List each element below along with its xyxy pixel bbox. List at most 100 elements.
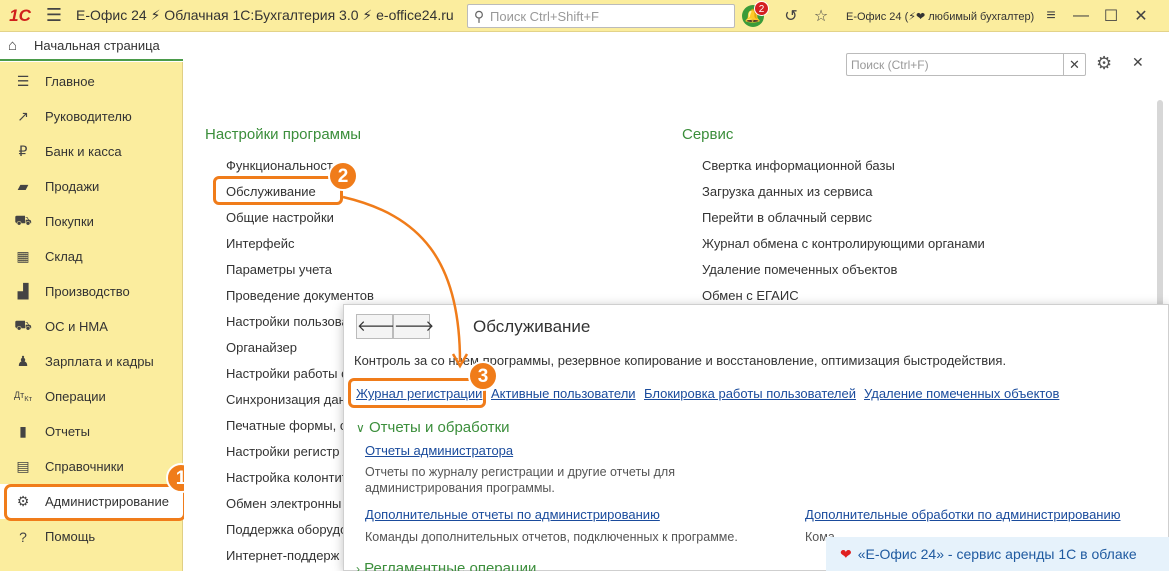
settings-item[interactable]: Настройки регистр: [226, 444, 340, 459]
warehouse-icon: ▦: [16, 248, 30, 264]
notifications-bell-icon[interactable]: 🔔 2: [742, 1, 769, 27]
sidebar-item-label: Помощь: [45, 529, 96, 544]
app-title: Е-Офис 24 ⚡ Облачная 1С:Бухгалтерия 3.0 …: [76, 7, 454, 23]
step-badge-3: 3: [468, 361, 498, 391]
service-item[interactable]: Перейти в облачный сервис: [702, 210, 872, 225]
chevron-down-icon: ∨: [356, 421, 365, 435]
search-icon: ⚲: [473, 7, 485, 24]
settings-item[interactable]: Функциональност: [226, 158, 333, 173]
scrollbar[interactable]: [1157, 100, 1163, 310]
bag-icon: ▰: [17, 178, 29, 194]
settings-item[interactable]: Настройка колонтит: [226, 470, 348, 485]
service-item[interactable]: Свертка информационной базы: [702, 158, 895, 173]
global-search-input[interactable]: ⚲ Поиск Ctrl+Shift+F: [467, 4, 735, 28]
settings-item[interactable]: Проведение документов: [226, 288, 374, 303]
settings-item[interactable]: Настройки работы с: [226, 366, 348, 381]
bar-chart-icon: ▮: [19, 423, 27, 439]
favorites-star-icon[interactable]: ☆: [806, 6, 836, 26]
cart-icon: ⛟: [14, 212, 32, 228]
forward-arrow-icon[interactable]: 🡒: [393, 314, 434, 339]
service-item[interactable]: Удаление помеченных объектов: [702, 262, 897, 277]
section-search-placeholder: Поиск (Ctrl+F): [851, 58, 929, 72]
sidebar-item-sales[interactable]: ▰ Продажи: [0, 169, 183, 204]
highlight-maintenance: [213, 176, 343, 205]
sidebar-item-bank[interactable]: ₽ Банк и касса: [0, 134, 183, 169]
section-search-input[interactable]: Поиск (Ctrl+F) ✕: [846, 53, 1086, 76]
sidebar-item-help[interactable]: ? Помощь: [0, 519, 183, 554]
chevron-right-icon: ›: [356, 562, 360, 571]
sidebar-item-label: Склад: [45, 249, 83, 264]
settings-item[interactable]: Органайзер: [226, 340, 297, 355]
settings-item[interactable]: Интернет-поддерж: [226, 548, 339, 563]
global-search-placeholder: Поиск Ctrl+Shift+F: [490, 8, 599, 24]
active-users-link[interactable]: Активные пользователи: [491, 386, 636, 401]
heart-icon: ❤: [840, 545, 852, 562]
promo-banner[interactable]: ❤ «Е-Офис 24» - сервис аренды 1С в облак…: [826, 537, 1169, 571]
clear-search-icon[interactable]: ✕: [1063, 54, 1085, 75]
settings-menu-icon[interactable]: ≡: [1036, 7, 1066, 25]
settings-item[interactable]: Синхронизация дан: [226, 392, 346, 407]
sidebar-item-references[interactable]: ▤ Справочники: [0, 449, 183, 484]
settings-item[interactable]: Интерфейс: [226, 236, 294, 251]
settings-item[interactable]: Параметры учета: [226, 262, 332, 277]
extra-reports-link[interactable]: Дополнительные отчеты по администрирован…: [365, 507, 660, 522]
minimize-icon[interactable]: —: [1066, 7, 1096, 25]
person-icon: ♟: [16, 353, 30, 369]
dt-kt-icon: ДтКт: [14, 390, 33, 403]
truck-icon: ⛟: [14, 317, 32, 333]
admin-reports-link[interactable]: Отчеты администратора: [365, 443, 513, 458]
sidebar-item-production[interactable]: ▟ Производство: [0, 274, 183, 309]
settings-item[interactable]: Настройки пользова: [226, 314, 349, 329]
section-title-settings: Настройки программы: [205, 126, 362, 143]
help-icon: ?: [19, 528, 27, 545]
service-item[interactable]: Журнал обмена с контролирующими органами: [702, 236, 985, 251]
close-panel-icon[interactable]: ✕: [1132, 54, 1144, 71]
sidebar-item-label: ОС и НМА: [45, 319, 108, 334]
delete-marked-link[interactable]: Удаление помеченных объектов: [864, 386, 1059, 401]
sidebar-item-main[interactable]: ☰ Главное: [0, 64, 183, 99]
sidebar-item-label: Отчеты: [45, 424, 90, 439]
settings-item[interactable]: Обмен электронны: [226, 496, 341, 511]
close-window-icon[interactable]: ✕: [1126, 6, 1156, 26]
tab-home-label: Начальная страница: [34, 38, 160, 53]
tab-home[interactable]: ⌂ Начальная страница: [0, 32, 183, 61]
scheduled-section-header[interactable]: › Регламентные операции: [356, 560, 536, 571]
maintenance-popup: 🡐 🡒 Обслуживание Контроль за со нием про…: [343, 304, 1169, 571]
sidebar-item-assets[interactable]: ⛟ ОС и НМА: [0, 309, 183, 344]
sidebar-item-purchases[interactable]: ⛟ Покупки: [0, 204, 183, 239]
sidebar-item-label: Производство: [45, 284, 130, 299]
history-icon[interactable]: ↺: [776, 6, 806, 26]
extra-processing-link[interactable]: Дополнительные обработки по администриро…: [805, 507, 1121, 522]
sidebar-item-warehouse[interactable]: ▦ Склад: [0, 239, 183, 274]
service-item[interactable]: Загрузка данных из сервиса: [702, 184, 873, 199]
sidebar-item-salary[interactable]: ♟ Зарплата и кадры: [0, 344, 183, 379]
sidebar-item-label: Главное: [45, 74, 95, 89]
scheduled-section-title: Регламентные операции: [364, 560, 537, 571]
service-item[interactable]: Обмен с ЕГАИС: [702, 288, 799, 303]
sidebar-item-label: Покупки: [45, 214, 94, 229]
sidebar-item-label: Руководителю: [45, 109, 132, 124]
highlight-administration: [4, 484, 186, 521]
highlight-event-log: [348, 378, 486, 408]
sidebar-item-label: Зарплата и кадры: [45, 354, 154, 369]
maximize-icon[interactable]: ☐: [1096, 6, 1126, 26]
settings-item[interactable]: Поддержка оборудо: [226, 522, 347, 537]
main-menu-icon[interactable]: ☰: [40, 0, 68, 32]
sidebar-item-reports[interactable]: ▮ Отчеты: [0, 414, 183, 449]
chart-trend-icon: ↗: [17, 108, 29, 124]
sidebar-item-operations[interactable]: ДтКт Операции: [0, 379, 183, 414]
settings-gear-icon[interactable]: ⚙: [1096, 53, 1112, 74]
settings-item[interactable]: Печатные формы, о: [226, 418, 347, 433]
ruble-icon: ₽: [18, 143, 28, 159]
block-users-link[interactable]: Блокировка работы пользователей: [644, 386, 856, 401]
reports-section-header[interactable]: ∨ Отчеты и обработки: [356, 419, 510, 436]
reports-section-title: Отчеты и обработки: [368, 419, 510, 436]
step-badge-2: 2: [328, 161, 358, 191]
current-user[interactable]: Е-Офис 24 (⚡❤ любимый бухгалтер): [846, 10, 1034, 23]
settings-item[interactable]: Общие настройки: [226, 210, 334, 225]
admin-reports-description: Отчеты по журналу регистрации и другие о…: [365, 465, 675, 495]
book-icon: ▤: [16, 458, 30, 474]
back-arrow-icon[interactable]: 🡐: [356, 314, 397, 339]
app-logo: 1С: [9, 5, 31, 25]
sidebar-item-manager[interactable]: ↗ Руководителю: [0, 99, 183, 134]
